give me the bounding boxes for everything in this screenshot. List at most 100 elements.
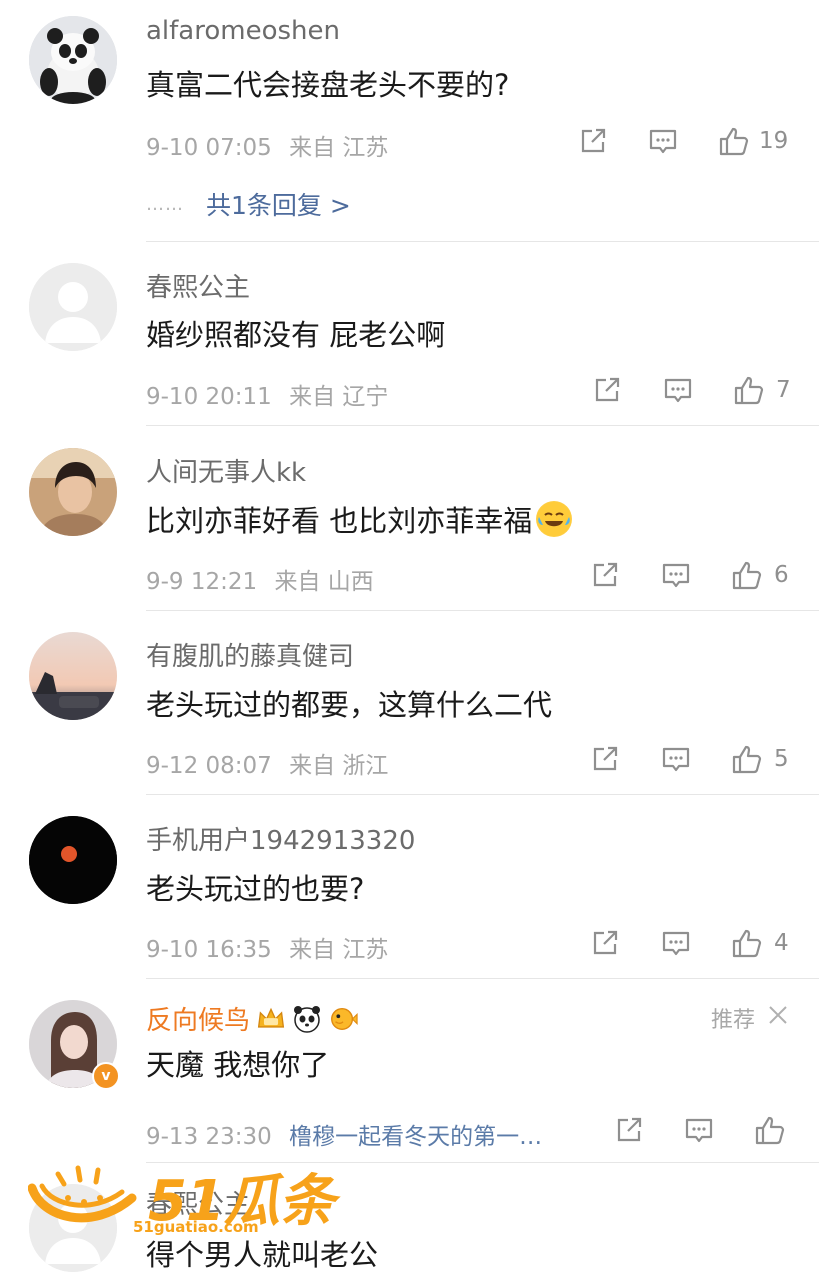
- reply-button[interactable]: [660, 927, 692, 959]
- comment-text: 婚纱照都没有 屁老公啊: [146, 318, 446, 352]
- comment-actions: 19: [577, 124, 788, 158]
- comment-text: 老头玩过的都要，这算什么二代: [146, 688, 553, 722]
- share-icon: [593, 746, 618, 771]
- comment-meta: 9-13 23:30 橹穆一起看冬天的第一…: [146, 1117, 542, 1151]
- panda-badge-icon: [292, 1004, 322, 1034]
- dark-moon-avatar-icon: [29, 816, 117, 904]
- comment-location: 来自 江苏: [289, 135, 389, 161]
- comment-actions: [613, 1113, 787, 1147]
- reply-button[interactable]: [647, 125, 679, 157]
- comment-icon: [662, 747, 690, 772]
- reply-button[interactable]: [683, 1114, 715, 1146]
- avatar[interactable]: [29, 632, 117, 720]
- default-avatar-icon: [29, 263, 117, 351]
- comment-location: 来自 山西: [274, 569, 374, 595]
- thumbs-up-icon: [732, 745, 762, 774]
- comment-icon: [664, 378, 692, 403]
- comment-text: 天魔 我想你了: [146, 1048, 330, 1082]
- comment-meta: 9-10 16:35 来自 江苏: [146, 930, 388, 964]
- comment-location: 来自 浙江: [289, 753, 389, 779]
- comment-date: 9-10 20:11: [146, 384, 272, 410]
- comment-username[interactable]: 有腹肌的藤真健司: [146, 636, 354, 673]
- comment-username[interactable]: 春熙公主: [146, 1184, 250, 1221]
- comment-date: 9-12 08:07: [146, 753, 272, 779]
- comment-meta: 9-9 12:21 来自 山西: [146, 562, 374, 596]
- comment-date: 9-13 23:30: [146, 1124, 272, 1150]
- share-button[interactable]: [613, 1114, 645, 1146]
- comment-topic-link[interactable]: 橹穆一起看冬天的第一…: [289, 1124, 542, 1150]
- share-button[interactable]: [591, 374, 623, 406]
- panda-avatar-icon: [29, 16, 117, 104]
- share-icon: [595, 377, 620, 402]
- comment-text: 真富二代会接盘老头不要的?: [146, 68, 510, 102]
- comment-icon: [685, 1118, 713, 1143]
- user-photo-avatar-icon: [29, 448, 117, 536]
- sunset-photo-avatar-icon: [29, 632, 117, 720]
- avatar[interactable]: [29, 816, 117, 904]
- crown-badge-icon: [256, 1004, 286, 1034]
- comment-actions: 7: [591, 373, 791, 407]
- like-count: 7: [776, 377, 791, 403]
- reply-button[interactable]: [660, 743, 692, 775]
- comment-text: 老头玩过的也要?: [146, 872, 365, 906]
- comment-icon: [662, 931, 690, 956]
- comment-text: 得个男人就叫老公: [146, 1238, 379, 1272]
- comment-date: 9-9 12:21: [146, 569, 258, 595]
- comment-date: 9-10 07:05: [146, 135, 272, 161]
- share-button[interactable]: [577, 125, 609, 157]
- reply-button[interactable]: [662, 374, 694, 406]
- verified-badge-icon: v: [92, 1062, 120, 1090]
- comment-username[interactable]: 反向候鸟: [146, 1000, 358, 1037]
- thumbs-up-icon: [732, 929, 762, 958]
- view-replies-link[interactable]: …… 共1条回复 >: [146, 186, 351, 222]
- like-button[interactable]: 5: [730, 742, 789, 776]
- share-icon: [593, 930, 618, 955]
- recommend-tag: 推荐: [711, 1002, 789, 1034]
- like-button[interactable]: 6: [730, 558, 789, 592]
- share-button[interactable]: [589, 743, 621, 775]
- share-button[interactable]: [589, 927, 621, 959]
- thumbs-up-icon: [719, 127, 749, 156]
- share-icon: [581, 128, 606, 153]
- reply-button[interactable]: [660, 559, 692, 591]
- comment-meta: 9-10 20:11 来自 辽宁: [146, 377, 388, 411]
- comment-item: 春熙公主 得个男人就叫老公: [0, 1162, 819, 1280]
- like-count: 4: [774, 930, 789, 956]
- default-avatar-icon: [29, 1184, 117, 1272]
- like-button[interactable]: 4: [730, 926, 789, 960]
- comment-date: 9-10 16:35: [146, 937, 272, 963]
- comment-meta: 9-12 08:07 来自 浙江: [146, 746, 388, 780]
- like-button[interactable]: [753, 1113, 787, 1147]
- avatar[interactable]: [29, 448, 117, 536]
- share-icon: [593, 562, 618, 587]
- reply-dots: ……: [146, 193, 184, 215]
- avatar[interactable]: [29, 263, 117, 351]
- comment-text: 比刘亦菲好看 也比刘亦菲幸福: [146, 498, 573, 540]
- comment-username[interactable]: 人间无事人kk: [146, 452, 306, 489]
- thumbs-up-icon: [734, 376, 764, 405]
- comment-item: 有腹肌的藤真健司 老头玩过的都要，这算什么二代 9-12 08:07 来自 浙江…: [0, 610, 819, 795]
- comment-location: 来自 江苏: [289, 937, 389, 963]
- like-count: 5: [774, 746, 789, 772]
- close-icon[interactable]: [767, 1004, 789, 1032]
- comment-meta: 9-10 07:05 来自 江苏: [146, 128, 388, 162]
- like-count: 6: [774, 562, 789, 588]
- like-button[interactable]: 7: [732, 373, 791, 407]
- comment-actions: 6: [589, 558, 789, 592]
- thumbs-up-icon: [732, 561, 762, 590]
- comment-item: 手机用户1942913320 老头玩过的也要? 9-10 16:35 来自 江苏…: [0, 794, 819, 979]
- comment-username[interactable]: 春熙公主: [146, 267, 250, 304]
- avatar[interactable]: [29, 16, 117, 104]
- like-count: 19: [759, 128, 789, 154]
- comment-username[interactable]: 手机用户1942913320: [146, 820, 415, 857]
- share-button[interactable]: [589, 559, 621, 591]
- comment-actions: 4: [589, 926, 789, 960]
- comment-icon: [649, 129, 677, 154]
- avatar[interactable]: [29, 1184, 117, 1272]
- pufferfish-badge-icon: [328, 1004, 358, 1034]
- comment-icon: [662, 563, 690, 588]
- share-icon: [617, 1117, 642, 1142]
- comment-username[interactable]: alfaromeoshen: [146, 16, 340, 46]
- thumbs-up-icon: [755, 1116, 785, 1145]
- like-button[interactable]: 19: [717, 124, 788, 158]
